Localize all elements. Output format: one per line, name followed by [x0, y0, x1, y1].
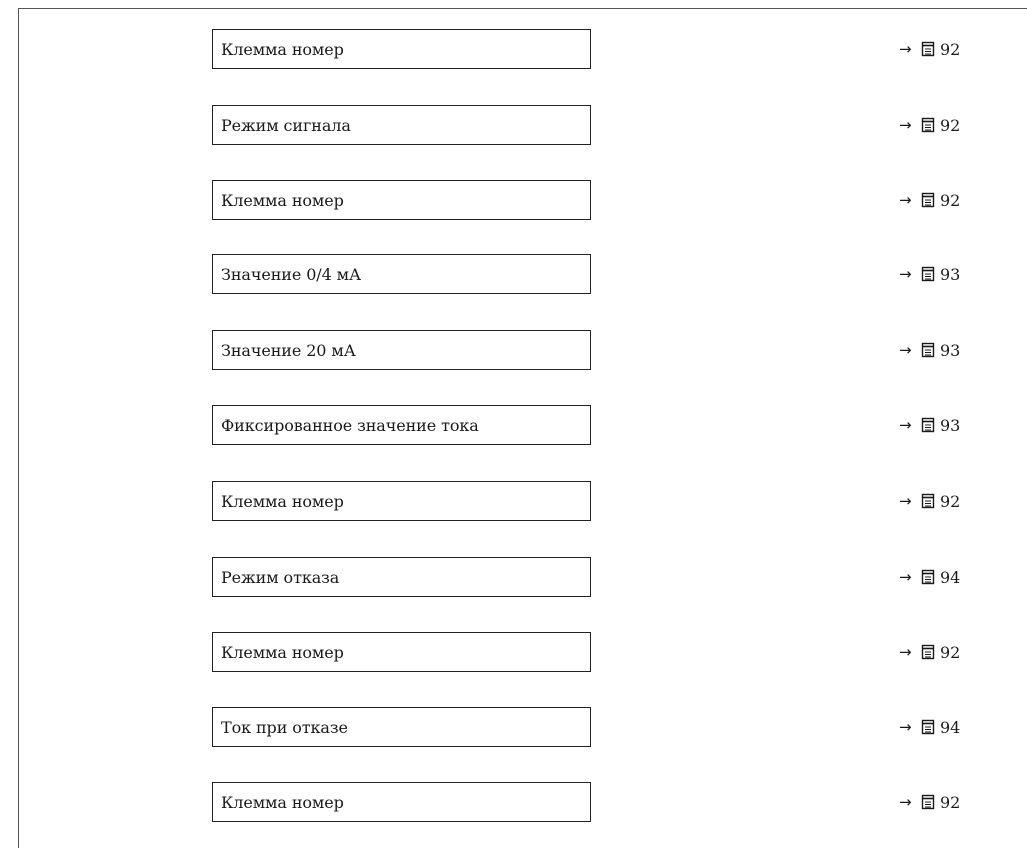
parameter-row: Клемма номер → 92	[0, 632, 1027, 672]
document-page-icon	[921, 266, 935, 282]
arrow-right-icon: →	[899, 341, 912, 359]
arrow-right-icon: →	[899, 492, 912, 510]
parameter-label: Режим сигнала	[221, 115, 351, 135]
document-page-icon	[921, 719, 935, 735]
parameter-row: Клемма номер → 92	[0, 29, 1027, 69]
page-number: 94	[940, 717, 961, 737]
document-page-icon	[921, 794, 935, 810]
page-number: 93	[940, 340, 961, 360]
page-number: 92	[940, 190, 961, 210]
parameter-row: Клемма номер → 92	[0, 481, 1027, 521]
parameter-box[interactable]: Фиксированное значение тока	[212, 405, 591, 445]
arrow-right-icon: →	[899, 40, 912, 58]
page-number: 93	[940, 264, 961, 284]
page-reference[interactable]: → 92	[899, 791, 960, 813]
parameter-label: Клемма номер	[221, 190, 344, 210]
page-reference[interactable]: → 92	[899, 641, 960, 663]
parameter-box[interactable]: Режим сигнала	[212, 105, 591, 145]
parameter-box[interactable]: Значение 0/4 мА	[212, 254, 591, 294]
parameter-label: Клемма номер	[221, 642, 344, 662]
parameter-row: Фиксированное значение тока → 93	[0, 405, 1027, 445]
document-page-icon	[921, 644, 935, 660]
parameter-row: Режим сигнала → 92	[0, 105, 1027, 145]
page-number: 92	[940, 642, 961, 662]
arrow-right-icon: →	[899, 191, 912, 209]
parameter-box[interactable]: Клемма номер	[212, 782, 591, 822]
parameter-label: Клемма номер	[221, 39, 344, 59]
page-number: 94	[940, 567, 961, 587]
parameter-label: Значение 0/4 мА	[221, 264, 362, 284]
page-number: 92	[940, 792, 961, 812]
page-number: 93	[940, 415, 961, 435]
parameter-box[interactable]: Клемма номер	[212, 29, 591, 69]
parameter-label: Клемма номер	[221, 491, 344, 511]
parameter-row: Клемма номер → 92	[0, 180, 1027, 220]
page-reference[interactable]: → 94	[899, 566, 960, 588]
page-reference[interactable]: → 92	[899, 114, 960, 136]
parameter-box[interactable]: Клемма номер	[212, 180, 591, 220]
parameter-box[interactable]: Режим отказа	[212, 557, 591, 597]
parameter-box[interactable]: Клемма номер	[212, 481, 591, 521]
document-page-icon	[921, 192, 935, 208]
parameter-label: Клемма номер	[221, 792, 344, 812]
document-page-icon	[921, 342, 935, 358]
parameter-row: Значение 0/4 мА → 93	[0, 254, 1027, 294]
arrow-right-icon: →	[899, 643, 912, 661]
page-reference[interactable]: → 94	[899, 716, 960, 738]
parameter-label: Ток при отказе	[221, 717, 348, 737]
page-number: 92	[940, 115, 961, 135]
arrow-right-icon: →	[899, 568, 912, 586]
parameter-box[interactable]: Значение 20 мА	[212, 330, 591, 370]
parameter-list: Клемма номер → 92 Режим сигнала → 92 Кле…	[0, 0, 1027, 839]
parameter-label: Режим отказа	[221, 567, 340, 587]
page-reference[interactable]: → 92	[899, 189, 960, 211]
page-reference[interactable]: → 93	[899, 414, 960, 436]
page-reference[interactable]: → 92	[899, 38, 960, 60]
parameter-row: Значение 20 мА → 93	[0, 330, 1027, 370]
page-reference[interactable]: → 92	[899, 490, 960, 512]
document-page-icon	[921, 493, 935, 509]
page-reference[interactable]: → 93	[899, 339, 960, 361]
arrow-right-icon: →	[899, 416, 912, 434]
parameter-row: Клемма номер → 92	[0, 782, 1027, 822]
parameter-label: Значение 20 мА	[221, 340, 356, 360]
arrow-right-icon: →	[899, 265, 912, 283]
document-page-icon	[921, 41, 935, 57]
parameter-box[interactable]: Ток при отказе	[212, 707, 591, 747]
parameter-row: Режим отказа → 94	[0, 557, 1027, 597]
arrow-right-icon: →	[899, 793, 912, 811]
arrow-right-icon: →	[899, 718, 912, 736]
arrow-right-icon: →	[899, 116, 912, 134]
document-page-icon	[921, 417, 935, 433]
page-reference[interactable]: → 93	[899, 263, 960, 285]
document-page-icon	[921, 569, 935, 585]
parameter-label: Фиксированное значение тока	[221, 415, 479, 435]
parameter-box[interactable]: Клемма номер	[212, 632, 591, 672]
document-page-icon	[921, 117, 935, 133]
page-number: 92	[940, 491, 961, 511]
page-number: 92	[940, 39, 961, 59]
parameter-row: Ток при отказе → 94	[0, 707, 1027, 747]
